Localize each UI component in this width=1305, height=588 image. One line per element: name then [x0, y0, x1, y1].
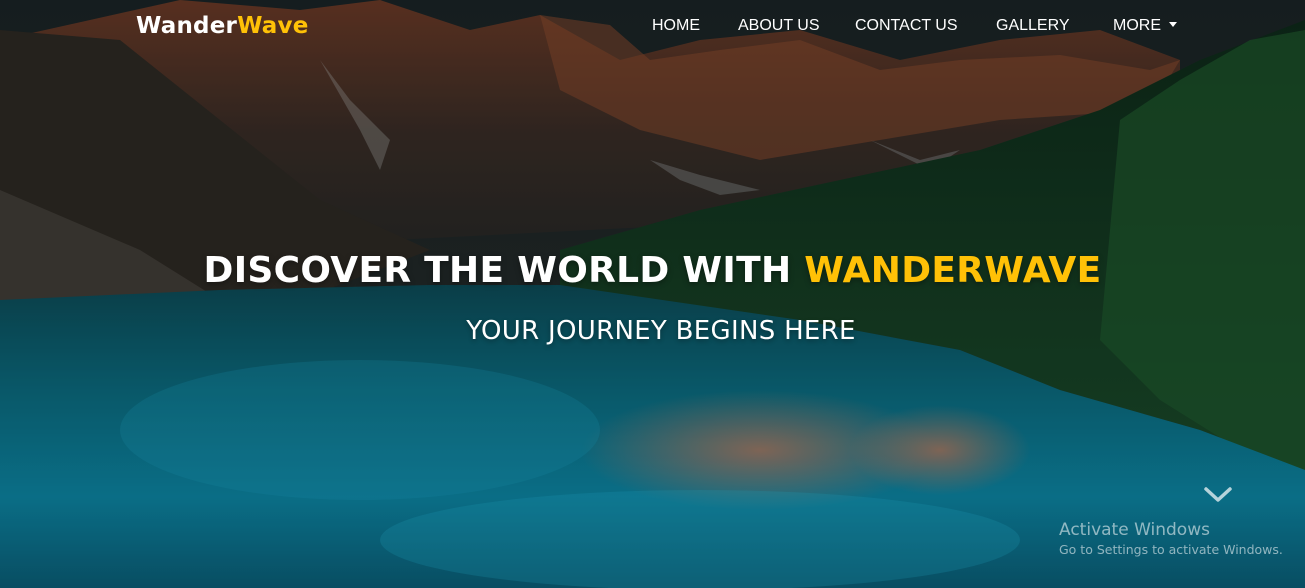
watermark-subtitle: Go to Settings to activate Windows. [1059, 542, 1283, 557]
navbar: WanderWave HOME ABOUT US CONTACT US GALL… [0, 0, 1305, 54]
hero-title-brand: WANDERWAVE [804, 250, 1102, 291]
nav-links: HOME ABOUT US CONTACT US GALLERY MORE [0, 17, 1305, 37]
watermark-title: Activate Windows [1059, 520, 1210, 540]
nav-item-gallery[interactable]: GALLERY [996, 17, 1070, 35]
hero-title: DISCOVER THE WORLD WITH WANDERWAVE [0, 250, 1305, 291]
hero-subtitle: YOUR JOURNEY BEGINS HERE [466, 316, 856, 346]
nav-item-more-label: MORE [1113, 17, 1161, 34]
scroll-down-button[interactable] [1203, 484, 1233, 506]
hero-background-image [0, 0, 1305, 588]
nav-item-home[interactable]: HOME [652, 17, 700, 35]
nav-item-contact-us[interactable]: CONTACT US [855, 17, 958, 35]
hero-title-text: DISCOVER THE WORLD WITH [203, 250, 805, 291]
chevron-down-icon [1204, 487, 1232, 502]
caret-down-icon [1169, 22, 1177, 27]
nav-item-more-dropdown[interactable]: MORE [1113, 17, 1177, 35]
activate-windows-watermark: Activate Windows Go to Settings to activ… [1059, 519, 1283, 559]
nav-item-about-us[interactable]: ABOUT US [738, 17, 820, 35]
hero-section: WanderWave HOME ABOUT US CONTACT US GALL… [0, 0, 1305, 588]
